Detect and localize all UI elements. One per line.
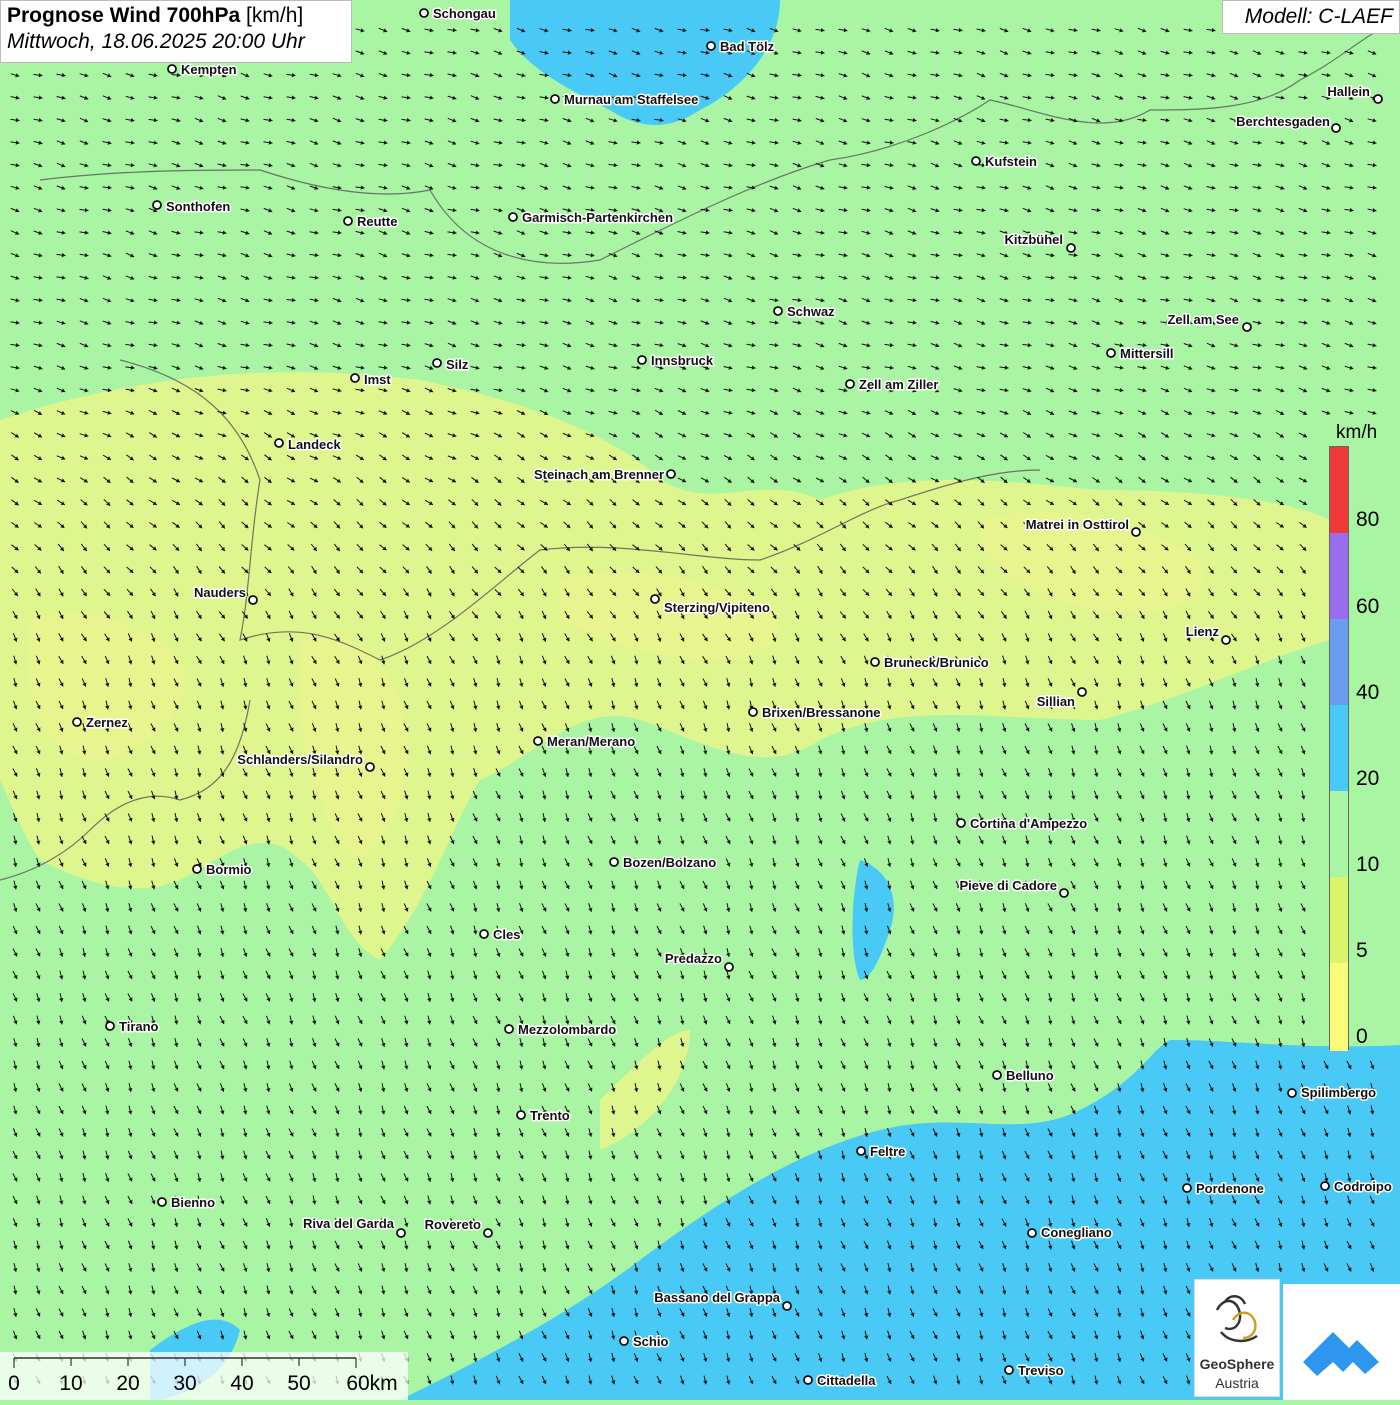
- wind-map[interactable]: SchongauBad TölzKemptenMurnau am Staffel…: [0, 0, 1400, 1400]
